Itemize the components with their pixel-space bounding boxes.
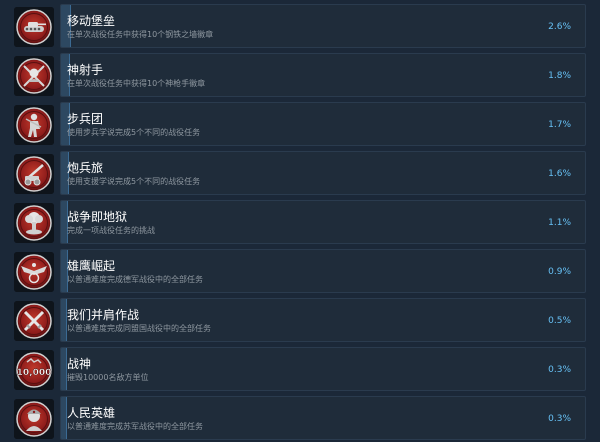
achievement-row[interactable]: 战争即地狱 完成一项战役任务的挑战 1.1% bbox=[12, 200, 586, 244]
achievement-title: 移动堡垒 bbox=[67, 14, 116, 28]
achievement-list: 移动堡垒 在单次战役任务中获得10个钢铁之墙徽章 2.6% 神射手 在单次战役任… bbox=[0, 0, 600, 442]
tank-icon bbox=[14, 7, 54, 47]
achievement-row[interactable]: 我们并肩作战 以普通难度完成同盟国战役中的全部任务 0.5% bbox=[12, 298, 586, 342]
achievement-description: 摧毁10000名敌方单位 bbox=[67, 373, 149, 382]
svg-text:10,000: 10,000 bbox=[17, 368, 52, 378]
crossed-swords-icon bbox=[14, 301, 54, 341]
progress-bar: 战争即地狱 完成一项战役任务的挑战 1.1% bbox=[60, 200, 586, 244]
artillery-gun-icon bbox=[14, 154, 54, 194]
achievement-row[interactable]: 步兵团 使用步兵学说完成5个不同的战役任务 1.7% bbox=[12, 102, 586, 146]
achievement-description: 在单次战役任务中获得10个神枪手徽章 bbox=[67, 79, 206, 88]
achievement-description: 以普通难度完成苏军战役中的全部任务 bbox=[67, 422, 203, 431]
achievement-description: 以普通难度完成德军战役中的全部任务 bbox=[67, 275, 203, 284]
achievement-row[interactable]: 10,000 战神 摧毁10000名敌方单位 0.3% bbox=[12, 347, 586, 391]
achievement-row[interactable]: 雄鹰崛起 以普通难度完成德军战役中的全部任务 0.9% bbox=[12, 249, 586, 293]
achievement-percent: 1.7% bbox=[548, 120, 571, 130]
achievement-title: 步兵团 bbox=[67, 112, 104, 126]
achievement-row[interactable]: 人民英雄 以普通难度完成苏军战役中的全部任务 0.3% bbox=[12, 396, 586, 440]
achievement-title: 战神 bbox=[67, 357, 92, 371]
achievement-percent: 2.6% bbox=[548, 22, 571, 32]
achievement-description: 使用支援学说完成5个不同的战役任务 bbox=[67, 177, 201, 186]
progress-bar: 神射手 在单次战役任务中获得10个神枪手徽章 1.8% bbox=[60, 53, 586, 97]
progress-bar: 人民英雄 以普通难度完成苏军战役中的全部任务 0.3% bbox=[60, 396, 586, 440]
achievement-title: 炮兵旅 bbox=[67, 161, 104, 175]
explosion-icon bbox=[14, 203, 54, 243]
achievement-percent: 0.3% bbox=[548, 365, 571, 375]
progress-bar: 炮兵旅 使用支援学说完成5个不同的战役任务 1.6% bbox=[60, 151, 586, 195]
achievement-description: 以普通难度完成同盟国战役中的全部任务 bbox=[67, 324, 211, 333]
achievement-percent: 0.9% bbox=[548, 267, 571, 277]
achievement-description: 完成一项战役任务的挑战 bbox=[67, 226, 155, 235]
achievement-percent: 1.6% bbox=[548, 169, 571, 179]
achievement-title: 我们并肩作战 bbox=[67, 308, 140, 322]
progress-bar: 步兵团 使用步兵学说完成5个不同的战役任务 1.7% bbox=[60, 102, 586, 146]
achievement-percent: 0.5% bbox=[548, 316, 571, 326]
progress-bar: 战神 摧毁10000名敌方单位 0.3% bbox=[60, 347, 586, 391]
achievement-title: 战争即地狱 bbox=[67, 210, 128, 224]
achievement-percent: 0.3% bbox=[548, 414, 571, 424]
progress-bar: 移动堡垒 在单次战役任务中获得10个钢铁之墙徽章 2.6% bbox=[60, 4, 586, 48]
eagle-emblem-icon bbox=[14, 252, 54, 292]
achievement-title: 神射手 bbox=[67, 63, 104, 77]
achievement-row[interactable]: 炮兵旅 使用支援学说完成5个不同的战役任务 1.6% bbox=[12, 151, 586, 195]
progress-bar: 雄鹰崛起 以普通难度完成德军战役中的全部任务 0.9% bbox=[60, 249, 586, 293]
ten-thousand-icon: 10,000 bbox=[14, 350, 54, 390]
achievement-percent: 1.1% bbox=[548, 218, 571, 228]
achievement-row[interactable]: 神射手 在单次战役任务中获得10个神枪手徽章 1.8% bbox=[12, 53, 586, 97]
achievement-row[interactable]: 移动堡垒 在单次战役任务中获得10个钢铁之墙徽章 2.6% bbox=[12, 4, 586, 48]
achievement-percent: 1.8% bbox=[548, 71, 571, 81]
infantry-soldier-icon bbox=[14, 105, 54, 145]
achievement-description: 使用步兵学说完成5个不同的战役任务 bbox=[67, 128, 201, 137]
progress-bar: 我们并肩作战 以普通难度完成同盟国战役中的全部任务 0.5% bbox=[60, 298, 586, 342]
soviet-soldier-icon bbox=[14, 399, 54, 439]
achievement-title: 雄鹰崛起 bbox=[67, 259, 116, 273]
achievement-description: 在单次战役任务中获得10个钢铁之墙徽章 bbox=[67, 30, 214, 39]
crossed-rifles-icon bbox=[14, 56, 54, 96]
achievement-title: 人民英雄 bbox=[67, 406, 116, 420]
